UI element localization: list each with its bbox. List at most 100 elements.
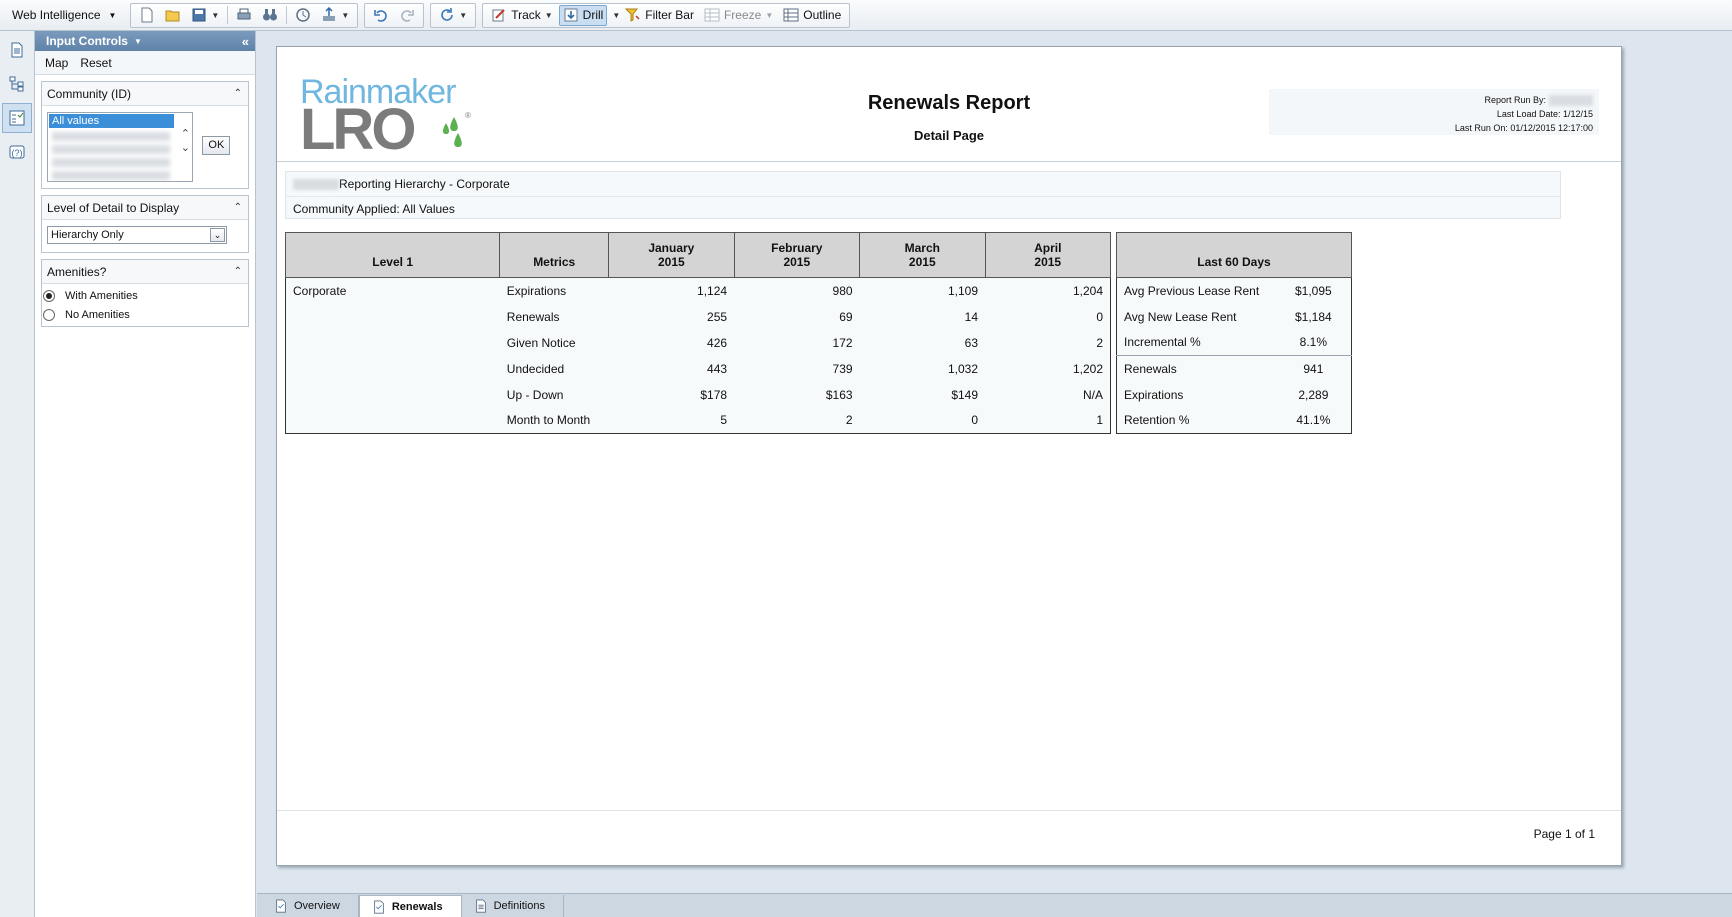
value-cell[interactable]: 0 <box>985 304 1110 330</box>
value-cell[interactable]: 172 <box>734 330 859 356</box>
export-button[interactable]: ▼ <box>317 5 353 26</box>
redo-button[interactable] <box>395 5 419 26</box>
summary-label[interactable]: Avg Previous Lease Rent <box>1117 278 1276 304</box>
filter-bar-button[interactable]: Filter Bar <box>621 5 698 26</box>
open-button[interactable] <box>161 5 185 26</box>
new-document-button[interactable] <box>135 5 159 26</box>
value-cell[interactable]: 1,124 <box>609 278 734 304</box>
value-cell[interactable]: 1 <box>985 408 1110 434</box>
app-menu[interactable]: Web Intelligence ▼ <box>0 0 124 30</box>
level-cell[interactable]: Corporate <box>286 278 500 304</box>
metric-cell[interactable]: Given Notice <box>500 330 609 356</box>
chevron-down-icon[interactable]: ▼ <box>211 11 219 20</box>
summary-label[interactable]: Incremental % <box>1117 330 1276 356</box>
value-cell[interactable]: 1,204 <box>985 278 1110 304</box>
drill-button[interactable]: Drill <box>558 4 608 26</box>
ok-button[interactable]: OK <box>202 136 231 155</box>
value-cell[interactable]: 1,202 <box>985 356 1110 382</box>
help-button[interactable]: (?) <box>2 137 32 167</box>
chevron-down-icon[interactable]: ▼ <box>545 11 553 20</box>
collapse-up-icon[interactable]: ⌃ <box>234 202 242 213</box>
summary-value[interactable]: $1,095 <box>1276 278 1352 304</box>
value-cell[interactable]: 5 <box>609 408 734 434</box>
redacted-list-item[interactable] <box>52 171 170 180</box>
radio-checked-icon[interactable] <box>43 289 55 302</box>
collapse-panel-icon[interactable]: « <box>242 34 249 49</box>
tab-overview[interactable]: Overview <box>262 895 359 917</box>
value-cell[interactable]: 14 <box>860 304 985 330</box>
report-tab-icon <box>276 899 286 913</box>
summary-label[interactable]: Expirations <box>1117 382 1276 408</box>
value-cell[interactable]: 0 <box>860 408 985 434</box>
chevron-down-icon[interactable]: ▼ <box>765 11 773 20</box>
metric-cell[interactable]: Expirations <box>500 278 609 304</box>
community-control-header[interactable]: Community (ID) ⌃ <box>42 82 248 106</box>
summary-value[interactable]: 2,289 <box>1276 382 1352 408</box>
save-button[interactable]: ▼ <box>187 5 223 26</box>
value-cell[interactable]: 1,109 <box>860 278 985 304</box>
history-button[interactable] <box>291 5 315 26</box>
value-cell[interactable]: 1,032 <box>860 356 985 382</box>
metric-cell[interactable]: Up - Down <box>500 382 609 408</box>
value-cell[interactable]: $163 <box>734 382 859 408</box>
summary-value[interactable]: 941 <box>1275 355 1352 382</box>
no-amenities-option[interactable]: No Amenities <box>43 305 248 324</box>
refresh-button[interactable]: ▼ <box>435 5 471 26</box>
metric-cell[interactable]: Month to Month <box>500 408 609 434</box>
metric-cell[interactable]: Undecided <box>500 356 609 382</box>
summary-value[interactable]: $1,184 <box>1276 304 1352 330</box>
chevron-down-icon[interactable]: ▼ <box>341 11 349 20</box>
value-cell[interactable]: $149 <box>860 382 985 408</box>
undo-button[interactable] <box>369 5 393 26</box>
navigation-map-button[interactable] <box>2 69 32 99</box>
value-cell[interactable]: $178 <box>609 382 734 408</box>
listbox-scroll-arrows[interactable]: ⌃ ⌄ <box>181 127 190 155</box>
print-icon <box>237 8 251 20</box>
value-cell[interactable]: 2 <box>734 408 859 434</box>
reset-link[interactable]: Reset <box>80 56 111 70</box>
chevron-down-icon[interactable]: ▼ <box>459 11 467 20</box>
collapse-up-icon[interactable]: ⌃ <box>234 266 242 277</box>
value-cell[interactable]: 739 <box>734 356 859 382</box>
summary-value[interactable]: 41.1% <box>1276 408 1352 434</box>
summary-value[interactable]: 8.1% <box>1276 330 1352 356</box>
find-button[interactable] <box>258 5 282 26</box>
document-summary-button[interactable] <box>2 35 32 65</box>
value-cell[interactable]: 443 <box>609 356 734 382</box>
input-controls-button[interactable] <box>2 103 32 133</box>
value-cell[interactable]: 63 <box>860 330 985 356</box>
radio-unchecked-icon[interactable] <box>43 308 55 321</box>
summary-label[interactable]: Avg New Lease Rent <box>1117 304 1276 330</box>
redacted-list-item[interactable] <box>52 158 170 167</box>
chevron-down-icon[interactable]: ▼ <box>134 37 142 46</box>
with-amenities-option[interactable]: With Amenities <box>43 286 248 305</box>
tab-renewals[interactable]: Renewals <box>358 895 462 917</box>
print-button[interactable] <box>232 5 256 26</box>
summary-label[interactable]: Renewals <box>1116 355 1276 382</box>
tab-definitions[interactable]: Definitions <box>462 895 564 917</box>
map-link[interactable]: Map <box>45 56 68 70</box>
value-cell[interactable]: 69 <box>734 304 859 330</box>
redacted-list-item[interactable] <box>52 132 170 141</box>
value-cell[interactable]: 426 <box>609 330 734 356</box>
outline-button[interactable]: Outline <box>779 5 845 26</box>
redacted-list-item[interactable] <box>52 145 170 154</box>
metric-cell[interactable]: Renewals <box>500 304 609 330</box>
freeze-button[interactable]: Freeze ▼ <box>700 5 777 26</box>
value-cell[interactable]: N/A <box>985 382 1110 408</box>
summary-label[interactable]: Retention % <box>1117 408 1276 434</box>
value-cell[interactable]: 255 <box>609 304 734 330</box>
community-listbox[interactable]: All values ⌃ ⌄ <box>47 112 193 182</box>
last-run-on: Last Run On: 01/12/2015 12:17:00 <box>1454 123 1593 133</box>
collapse-up-icon[interactable]: ⌃ <box>234 88 242 99</box>
level-of-detail-header[interactable]: Level of Detail to Display ⌃ <box>42 196 248 220</box>
panel-title[interactable]: Input Controls <box>46 34 128 48</box>
listbox-selected-item[interactable]: All values <box>49 114 174 128</box>
chevron-down-icon[interactable]: ⌄ <box>210 228 225 242</box>
value-cell[interactable]: 980 <box>734 278 859 304</box>
chevron-down-icon[interactable]: ▼ <box>612 11 620 20</box>
track-button[interactable]: Track ▼ <box>487 5 556 26</box>
amenities-header[interactable]: Amenities? ⌃ <box>42 260 248 284</box>
value-cell[interactable]: 2 <box>985 330 1110 356</box>
level-of-detail-select[interactable]: Hierarchy Only ⌄ <box>47 226 227 244</box>
